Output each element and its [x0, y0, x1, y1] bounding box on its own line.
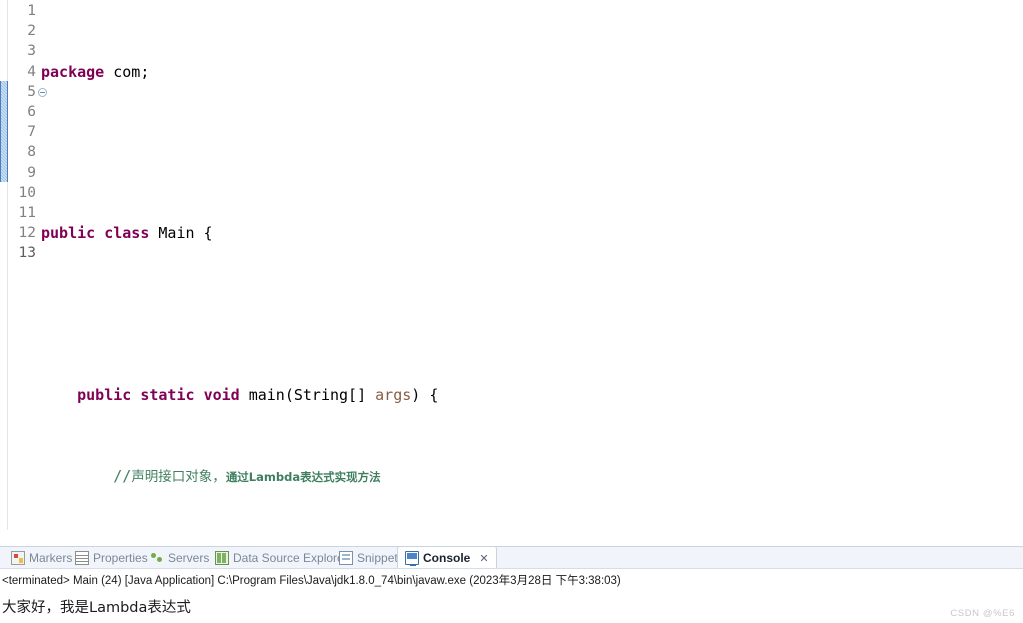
- tab-label: Properties: [93, 551, 148, 565]
- close-icon[interactable]: ✕: [479, 552, 488, 565]
- console-output-line: 大家好，我是Lambda表达式: [2, 600, 191, 616]
- line-number-ruler: 1 2 3 4 5 6 7 8 9 10 11 12 13: [8, 0, 47, 530]
- java-editor[interactable]: 1 2 3 4 5 6 7 8 9 10 11 12 13 package co…: [0, 0, 1023, 530]
- tab-servers[interactable]: Servers: [143, 547, 216, 569]
- code-line-1[interactable]: package com;: [38, 62, 1023, 82]
- token-comment-cjk: 声明接口对象，: [131, 468, 226, 485]
- tab-label: Markers: [29, 551, 73, 565]
- change-bar-gutter: [0, 0, 8, 530]
- token-plain: ) {: [411, 385, 439, 404]
- properties-icon: [75, 551, 89, 565]
- tab-label: Data Source Explorer: [233, 551, 348, 565]
- line-number: 12: [18, 225, 36, 242]
- line-number: 6: [27, 103, 36, 120]
- console-icon: [405, 551, 419, 566]
- tab-label: Console: [423, 551, 471, 565]
- line-number: 13: [18, 245, 36, 262]
- console-view[interactable]: <terminated> Main (24) [Java Application…: [0, 568, 1023, 622]
- watermark-text: CSDN @%E6: [950, 608, 1015, 619]
- console-launch-description: <terminated> Main (24) [Java Application…: [2, 575, 621, 587]
- view-tab-bar: Markers Properties Servers Data Source E…: [0, 546, 1023, 569]
- code-line-6[interactable]: //声明接口对象，通过Lambda表达式实现方法: [38, 466, 1023, 486]
- line-number: 8: [27, 144, 36, 161]
- token-method-signature: main(String[]: [248, 385, 376, 404]
- token-keyword: public: [41, 224, 96, 243]
- bottom-view-panel: Markers Properties Servers Data Source E…: [0, 546, 1023, 623]
- token-type-name: Main {: [158, 224, 213, 243]
- token-keyword: void: [203, 385, 240, 404]
- code-line-5[interactable]: public static void main(String[] args) {: [38, 385, 1023, 405]
- line-number: 2: [27, 23, 36, 40]
- servers-icon: [150, 551, 164, 565]
- line-number: 4: [27, 63, 36, 80]
- token-comment-slashes: //: [113, 466, 132, 485]
- token-parameter: args: [375, 385, 412, 404]
- line-number: 3: [27, 43, 36, 60]
- tab-label: Servers: [168, 551, 210, 565]
- line-number: 9: [27, 164, 36, 181]
- markers-icon: [11, 551, 25, 565]
- changed-lines-marker: [0, 81, 8, 182]
- code-line-3[interactable]: public class Main {: [38, 223, 1023, 243]
- line-number: 7: [27, 124, 36, 141]
- token-comment-cjk-small: 通过Lambda表达式实现方法: [225, 469, 381, 484]
- token-keyword: public: [77, 385, 132, 404]
- token-plain: com;: [104, 62, 150, 81]
- tab-properties[interactable]: Properties: [68, 547, 155, 569]
- token-keyword: class: [104, 224, 150, 243]
- line-number: 5: [8, 82, 47, 102]
- line-number: 11: [18, 204, 36, 221]
- line-number: 1: [27, 3, 36, 19]
- eclipse-ide-window: 1 2 3 4 5 6 7 8 9 10 11 12 13 package co…: [0, 0, 1023, 623]
- snippets-icon: [339, 551, 353, 565]
- code-line-4[interactable]: [38, 304, 1023, 324]
- data-source-explorer-icon: [215, 551, 229, 565]
- line-number: 10: [18, 184, 36, 201]
- line-number-text: 5: [27, 83, 36, 100]
- code-content[interactable]: package com; public class Main { public …: [38, 0, 1023, 530]
- token-keyword: package: [41, 62, 105, 81]
- tab-console[interactable]: Console ✕: [397, 546, 497, 569]
- code-line-2[interactable]: [38, 142, 1023, 162]
- token-keyword: static: [140, 385, 195, 404]
